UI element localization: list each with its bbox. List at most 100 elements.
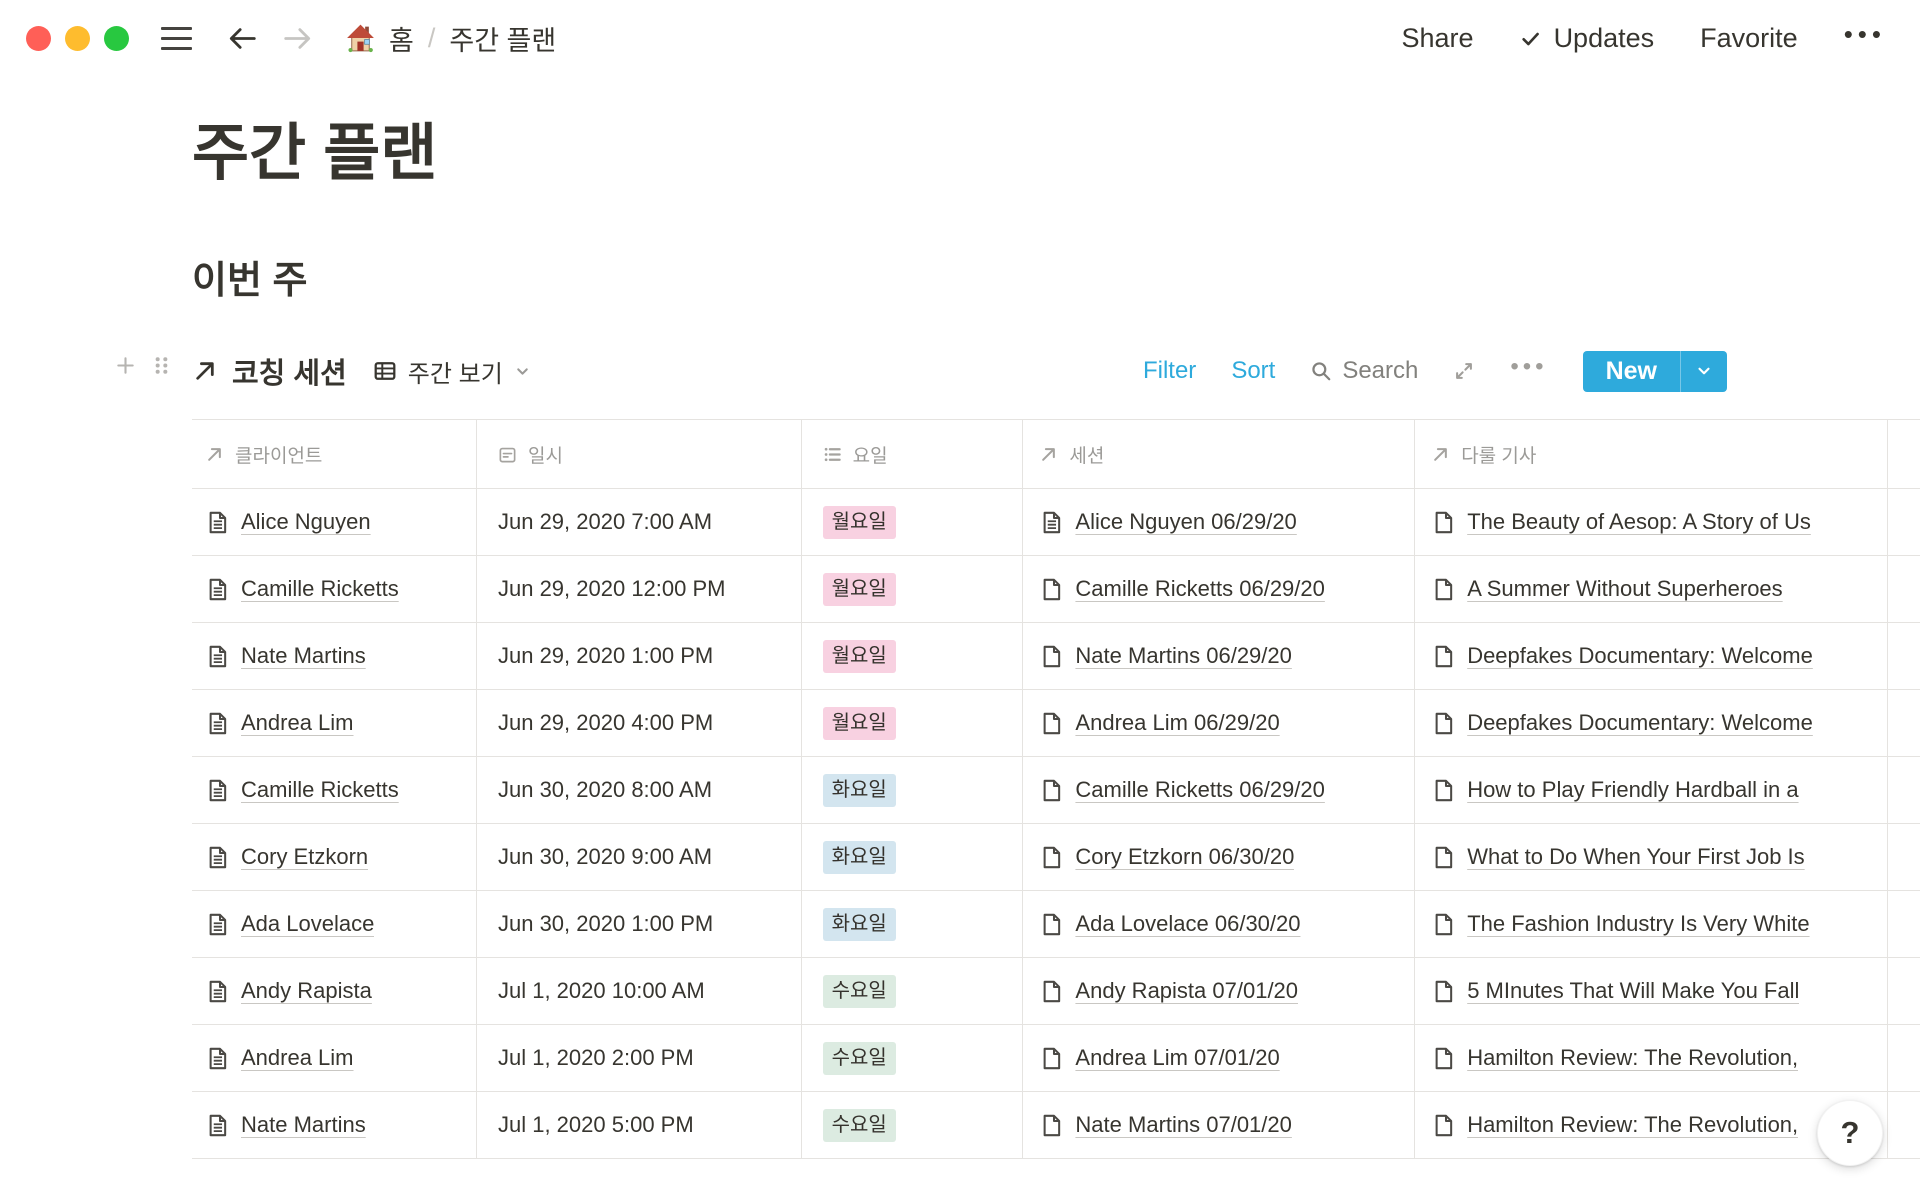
breadcrumb-current-page[interactable]: 주간 플랜 xyxy=(449,19,556,58)
session-cell[interactable]: Camille Ricketts 06/29/20 xyxy=(1023,757,1415,823)
datetime-cell[interactable]: Jun 29, 2020 1:00 PM xyxy=(477,623,802,689)
favorite-button[interactable]: Favorite xyxy=(1700,23,1798,54)
updates-button[interactable]: Updates xyxy=(1520,23,1655,54)
client-page-link[interactable]: Andrea Lim xyxy=(241,710,354,736)
session-page-link[interactable]: Cory Etzkorn 06/30/20 xyxy=(1075,844,1294,870)
session-page-link[interactable]: Alice Nguyen 06/29/20 xyxy=(1075,509,1296,535)
column-header-article[interactable]: 다룰 기사 xyxy=(1415,420,1888,488)
client-cell[interactable]: Andrea Lim xyxy=(192,690,477,756)
article-cell[interactable]: A Summer Without Superheroes xyxy=(1415,556,1888,622)
session-page-link[interactable]: Andrea Lim 06/29/20 xyxy=(1075,710,1279,736)
client-cell[interactable]: Ada Lovelace xyxy=(192,891,477,957)
client-cell[interactable]: Alice Nguyen xyxy=(192,489,477,555)
client-page-link[interactable]: Andy Rapista xyxy=(241,978,372,1004)
client-page-link[interactable]: Camille Ricketts xyxy=(241,576,399,602)
article-cell[interactable]: 5 MInutes That Will Make You Fall xyxy=(1415,958,1888,1024)
client-page-link[interactable]: Cory Etzkorn xyxy=(241,844,368,870)
zoom-window-button[interactable] xyxy=(104,26,129,51)
help-button[interactable]: ? xyxy=(1817,1100,1883,1166)
article-page-link[interactable]: The Fashion Industry Is Very White xyxy=(1467,911,1809,937)
day-cell[interactable]: 수요일 xyxy=(802,1092,1024,1158)
client-cell[interactable]: Nate Martins xyxy=(192,1092,477,1158)
datetime-cell[interactable]: Jun 29, 2020 7:00 AM xyxy=(477,489,802,555)
session-cell[interactable]: Camille Ricketts 06/29/20 xyxy=(1023,556,1415,622)
new-button-label[interactable]: New xyxy=(1583,351,1680,392)
datetime-cell[interactable]: Jul 1, 2020 5:00 PM xyxy=(477,1092,802,1158)
day-cell[interactable]: 수요일 xyxy=(802,958,1024,1024)
datetime-cell[interactable]: Jun 30, 2020 8:00 AM xyxy=(477,757,802,823)
session-page-link[interactable]: Camille Ricketts 06/29/20 xyxy=(1075,576,1324,602)
day-cell[interactable]: 화요일 xyxy=(802,891,1024,957)
breadcrumb-home[interactable]: 홈 xyxy=(389,19,414,58)
session-cell[interactable]: Ada Lovelace 06/30/20 xyxy=(1023,891,1415,957)
article-cell[interactable]: Deepfakes Documentary: Welcome xyxy=(1415,690,1888,756)
session-cell[interactable]: Nate Martins 06/29/20 xyxy=(1023,623,1415,689)
session-cell[interactable]: Cory Etzkorn 06/30/20 xyxy=(1023,824,1415,890)
column-header-datetime[interactable]: 일시 xyxy=(477,420,802,488)
day-cell[interactable]: 월요일 xyxy=(802,623,1024,689)
session-page-link[interactable]: Andrea Lim 07/01/20 xyxy=(1075,1045,1279,1071)
session-page-link[interactable]: Camille Ricketts 06/29/20 xyxy=(1075,777,1324,803)
client-page-link[interactable]: Alice Nguyen xyxy=(241,509,371,535)
client-cell[interactable]: Andrea Lim xyxy=(192,1025,477,1091)
add-block-icon[interactable] xyxy=(114,354,137,377)
new-dropdown-button[interactable] xyxy=(1680,351,1727,392)
client-page-link[interactable]: Andrea Lim xyxy=(241,1045,354,1071)
column-header-client[interactable]: 클라이언트 xyxy=(192,420,477,488)
minimize-window-button[interactable] xyxy=(65,26,90,51)
session-page-link[interactable]: Nate Martins 06/29/20 xyxy=(1075,643,1291,669)
article-page-link[interactable]: How to Play Friendly Hardball in a xyxy=(1467,777,1798,803)
client-cell[interactable]: Cory Etzkorn xyxy=(192,824,477,890)
share-button[interactable]: Share xyxy=(1402,23,1474,54)
article-page-link[interactable]: Hamilton Review: The Revolution, xyxy=(1467,1112,1798,1138)
client-page-link[interactable]: Nate Martins xyxy=(241,1112,366,1138)
article-cell[interactable]: What to Do When Your First Job Is xyxy=(1415,824,1888,890)
article-cell[interactable]: Deepfakes Documentary: Welcome xyxy=(1415,623,1888,689)
article-cell[interactable]: The Fashion Industry Is Very White xyxy=(1415,891,1888,957)
datetime-cell[interactable]: Jul 1, 2020 2:00 PM xyxy=(477,1025,802,1091)
article-page-link[interactable]: The Beauty of Aesop: A Story of Us xyxy=(1467,509,1811,535)
datetime-cell[interactable]: Jul 1, 2020 10:00 AM xyxy=(477,958,802,1024)
datetime-cell[interactable]: Jun 30, 2020 1:00 PM xyxy=(477,891,802,957)
session-cell[interactable]: Andrea Lim 07/01/20 xyxy=(1023,1025,1415,1091)
article-page-link[interactable]: 5 MInutes That Will Make You Fall xyxy=(1467,978,1799,1004)
article-page-link[interactable]: What to Do When Your First Job Is xyxy=(1467,844,1804,870)
datetime-cell[interactable]: Jun 29, 2020 12:00 PM xyxy=(477,556,802,622)
view-options-icon[interactable]: ••• xyxy=(1510,355,1547,387)
client-cell[interactable]: Nate Martins xyxy=(192,623,477,689)
session-cell[interactable]: Alice Nguyen 06/29/20 xyxy=(1023,489,1415,555)
day-cell[interactable]: 월요일 xyxy=(802,489,1024,555)
client-cell[interactable]: Camille Ricketts xyxy=(192,556,477,622)
search-button[interactable]: Search xyxy=(1310,357,1418,385)
more-options-icon[interactable]: ••• xyxy=(1844,21,1886,55)
session-cell[interactable]: Andrea Lim 06/29/20 xyxy=(1023,690,1415,756)
session-page-link[interactable]: Ada Lovelace 06/30/20 xyxy=(1075,911,1300,937)
column-header-session[interactable]: 세션 xyxy=(1023,420,1415,488)
sidebar-menu-icon[interactable] xyxy=(161,27,192,50)
day-cell[interactable]: 화요일 xyxy=(802,757,1024,823)
article-cell[interactable]: Hamilton Review: The Revolution, xyxy=(1415,1025,1888,1091)
add-column-area[interactable] xyxy=(1888,420,1920,488)
expand-icon[interactable] xyxy=(1453,360,1475,382)
new-button[interactable]: New xyxy=(1583,351,1727,392)
client-cell[interactable]: Camille Ricketts xyxy=(192,757,477,823)
close-window-button[interactable] xyxy=(26,26,51,51)
sort-button[interactable]: Sort xyxy=(1231,357,1275,385)
datetime-cell[interactable]: Jun 29, 2020 4:00 PM xyxy=(477,690,802,756)
session-cell[interactable]: Nate Martins 07/01/20 xyxy=(1023,1092,1415,1158)
article-page-link[interactable]: Deepfakes Documentary: Welcome xyxy=(1467,643,1813,669)
datetime-cell[interactable]: Jun 30, 2020 9:00 AM xyxy=(477,824,802,890)
back-button[interactable] xyxy=(226,22,259,55)
article-cell[interactable]: How to Play Friendly Hardball in a xyxy=(1415,757,1888,823)
day-cell[interactable]: 화요일 xyxy=(802,824,1024,890)
client-cell[interactable]: Andy Rapista xyxy=(192,958,477,1024)
day-cell[interactable]: 월요일 xyxy=(802,690,1024,756)
day-cell[interactable]: 수요일 xyxy=(802,1025,1024,1091)
forward-button[interactable] xyxy=(281,22,314,55)
collection-title[interactable]: 코칭 세션 xyxy=(232,350,347,392)
article-page-link[interactable]: A Summer Without Superheroes xyxy=(1467,576,1782,602)
session-page-link[interactable]: Andy Rapista 07/01/20 xyxy=(1075,978,1298,1004)
client-page-link[interactable]: Camille Ricketts xyxy=(241,777,399,803)
session-cell[interactable]: Andy Rapista 07/01/20 xyxy=(1023,958,1415,1024)
drag-handle-icon[interactable] xyxy=(150,354,173,377)
